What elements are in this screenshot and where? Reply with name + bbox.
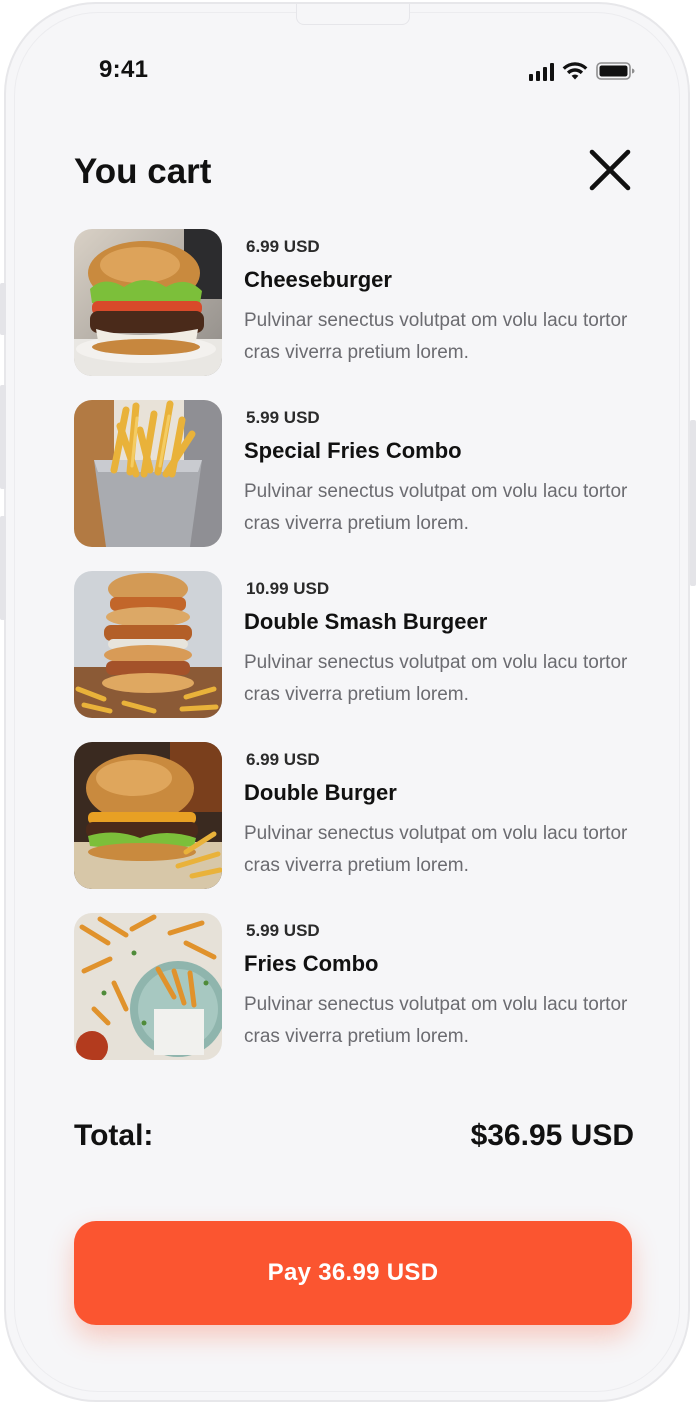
page-title: You cart [74,152,212,191]
item-description: Pulvinar senectus volutpat om volu lacu … [244,823,628,876]
item-description: Pulvinar senectus volutpat om volu lacu … [244,310,628,363]
pay-button[interactable]: Pay 36.99 USD [74,1221,632,1325]
stacked-burger-photo [74,571,222,718]
cart-item[interactable]: 6.99 USD Double Burger Pulvinar senectus… [74,742,634,889]
side-button [0,516,6,620]
item-name: Fries Combo [244,951,379,976]
item-name: Cheeseburger [244,267,392,292]
double-burger-photo [74,742,222,889]
item-description: Pulvinar senectus volutpat om volu lacu … [244,994,628,1047]
cart-item[interactable]: 5.99 USD Special Fries Combo Pulvinar se… [74,400,634,547]
cart-item[interactable]: 5.99 USD Fries Combo Pulvinar senectus v… [74,913,634,1060]
item-price: 5.99 USD [246,921,320,940]
header: You cart [74,144,634,204]
total-row: Total: $36.95 USD [74,1119,634,1159]
cart-item[interactable]: 10.99 USD Double Smash Burgeer Pulvinar … [74,571,634,718]
item-price: 5.99 USD [246,408,320,427]
fries-bucket-photo [74,400,222,547]
phone-frame: 9:41 You cart 6.99 USD Cheeseburger Pulv… [4,2,690,1402]
total-value: $36.95 USD [470,1119,634,1152]
battery-icon [596,62,635,80]
side-button [0,283,6,335]
item-price: 6.99 USD [246,237,320,256]
cart-list: 6.99 USD Cheeseburger Pulvinar senectus … [74,229,634,1084]
status-icons [529,61,636,81]
close-button[interactable] [584,144,636,196]
close-icon [589,149,631,191]
item-name: Double Smash Burgeer [244,609,488,634]
cart-item[interactable]: 6.99 USD Cheeseburger Pulvinar senectus … [74,229,634,376]
side-button [690,420,696,586]
item-name: Special Fries Combo [244,438,462,463]
item-price: 6.99 USD [246,750,320,769]
wifi-icon [562,62,588,80]
status-time: 9:41 [99,56,149,83]
item-price: 10.99 USD [246,579,330,598]
status-bar: 9:41 [6,4,688,114]
item-description: Pulvinar senectus volutpat om volu lacu … [244,652,628,705]
item-name: Double Burger [244,780,397,805]
fries-platter-photo [74,913,222,1060]
side-button [0,385,6,489]
cheeseburger-photo [74,229,222,376]
signal-icon [529,63,554,81]
total-label: Total: [74,1119,154,1152]
item-description: Pulvinar senectus volutpat om volu lacu … [244,481,628,534]
